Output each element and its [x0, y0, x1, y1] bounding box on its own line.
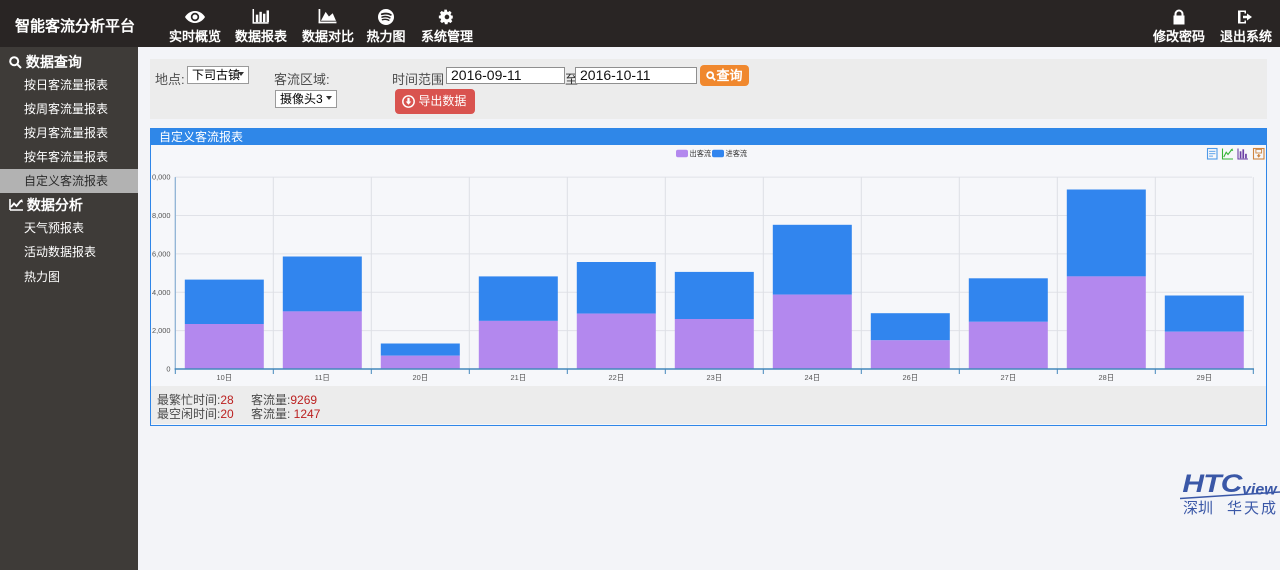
svg-text:6,000: 6,000: [152, 250, 171, 259]
svg-text:26日: 26日: [902, 373, 918, 382]
svg-text:22日: 22日: [608, 373, 624, 382]
svg-text:8,000: 8,000: [152, 211, 171, 220]
svg-text:0: 0: [166, 365, 170, 374]
svg-text:23日: 23日: [706, 373, 722, 382]
svg-text:深圳: 深圳: [1183, 500, 1213, 517]
svg-text:21日: 21日: [510, 373, 526, 382]
svg-text:2,000: 2,000: [152, 326, 171, 335]
svg-text:27日: 27日: [1000, 373, 1016, 382]
svg-text:28日: 28日: [1098, 373, 1114, 382]
svg-text:HTC: HTC: [1182, 469, 1243, 497]
svg-text:华天成: 华天成: [1227, 500, 1278, 517]
svg-text:11日: 11日: [315, 373, 330, 382]
svg-text:出客流: 出客流: [690, 149, 712, 158]
svg-text:24日: 24日: [804, 373, 820, 382]
svg-text:0,000: 0,000: [152, 173, 171, 182]
svg-text:10日: 10日: [216, 373, 232, 382]
svg-text:view: view: [1242, 482, 1278, 499]
svg-text:4,000: 4,000: [152, 288, 171, 297]
svg-text:20日: 20日: [412, 373, 428, 382]
svg-text:29日: 29日: [1196, 373, 1212, 382]
svg-text:进客流: 进客流: [726, 149, 748, 158]
